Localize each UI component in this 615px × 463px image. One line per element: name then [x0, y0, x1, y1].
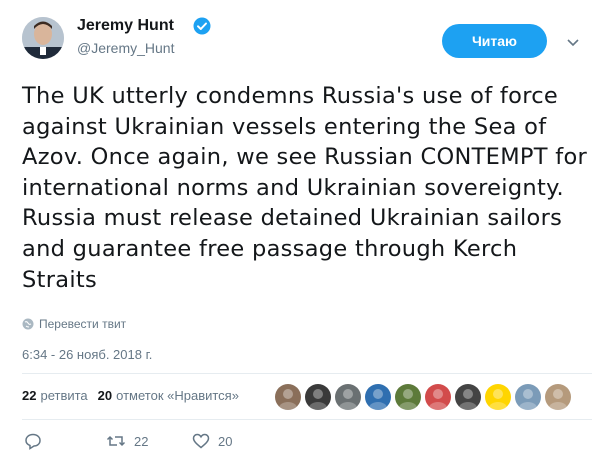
author-handle[interactable]: @Jeremy_Hunt: [77, 40, 174, 56]
avatar-photo-icon[interactable]: [275, 384, 301, 410]
retweet-count: 22: [134, 433, 149, 449]
divider-bottom: [22, 419, 592, 420]
retweet-icon: [106, 435, 126, 447]
retweets-label: ретвита: [40, 388, 88, 403]
tweet-timestamp[interactable]: 6:34 - 26 нояб. 2018 г.: [22, 347, 152, 362]
retweet-button[interactable]: 22: [106, 432, 148, 450]
divider-top: [22, 373, 592, 374]
chevron-down-icon[interactable]: [565, 35, 581, 47]
engagement-stats: 22 ретвита 20 отметок «Нравится»: [22, 388, 249, 403]
like-count: 20: [218, 433, 233, 449]
globe-icon: [22, 318, 34, 330]
translate-tweet-link[interactable]: Перевести твит: [22, 316, 126, 332]
heart-icon: [192, 433, 210, 449]
avatar-portrait-icon[interactable]: [425, 384, 451, 410]
author-avatar[interactable]: [22, 17, 64, 59]
likers-avatars: [275, 384, 575, 410]
tweet-header: Jeremy Hunt @Jeremy_Hunt Читаю: [0, 0, 615, 70]
avatar-sky-icon[interactable]: [515, 384, 541, 410]
avatar-trident-icon[interactable]: [485, 384, 511, 410]
translate-label: Перевести твит: [39, 317, 127, 331]
following-button[interactable]: Читаю: [442, 24, 547, 58]
avatar-car-icon[interactable]: [455, 384, 481, 410]
likes-stat[interactable]: 20 отметок «Нравится»: [98, 388, 239, 403]
retweets-count: 22: [22, 388, 37, 403]
reply-icon: [25, 433, 41, 450]
likes-count: 20: [97, 388, 113, 403]
avatar-group-icon[interactable]: [395, 384, 421, 410]
retweets-stat[interactable]: 22 ретвита: [22, 388, 88, 403]
avatar-person-icon[interactable]: [545, 384, 571, 410]
reply-button[interactable]: [24, 432, 50, 450]
likes-label: отметок «Нравится»: [116, 388, 239, 403]
tweet-text: The UK utterly condemns Russia's use of …: [22, 83, 588, 293]
avatar-cartoon-icon[interactable]: [305, 384, 331, 410]
avatar-landscape-icon[interactable]: [335, 384, 361, 410]
tweet-actions: 22 20: [22, 432, 592, 456]
author-name[interactable]: Jeremy Hunt: [77, 17, 174, 35]
verified-badge-icon: [193, 17, 211, 35]
avatar-flag-icon[interactable]: [365, 384, 391, 410]
like-button[interactable]: 20: [192, 432, 232, 450]
